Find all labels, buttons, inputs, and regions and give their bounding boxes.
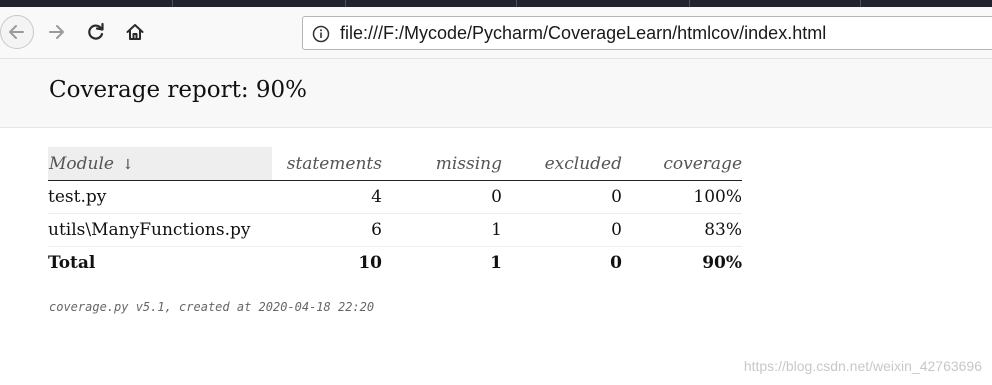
home-icon: [126, 24, 144, 40]
column-header-statements[interactable]: statements: [272, 147, 382, 181]
tab-divider: [689, 0, 690, 7]
coverage-cell: 83%: [622, 213, 742, 247]
column-header-coverage[interactable]: coverage: [622, 147, 742, 181]
home-button[interactable]: [119, 16, 151, 48]
table-header-row: Module ↓ statements missing excluded cove…: [48, 147, 742, 181]
reload-icon: [88, 22, 104, 40]
total-excluded: 0: [610, 253, 622, 273]
missing-cell: 1: [382, 213, 502, 247]
total-row: Total 10 1 0 90%: [48, 247, 742, 280]
statements-cell: 4: [272, 180, 382, 214]
module-link[interactable]: utils\ManyFunctions.py: [48, 213, 272, 247]
table-row: test.py 4 0 0 100%: [48, 180, 742, 214]
total-statements: 10: [358, 253, 382, 273]
total-missing: 1: [490, 253, 502, 273]
browser-tab-strip: [0, 0, 992, 7]
table-row: utils\ManyFunctions.py 6 1 0 83%: [48, 213, 742, 247]
watermark-text: https://blog.csdn.net/weixin_42763696: [743, 358, 982, 374]
reload-button[interactable]: [80, 16, 112, 48]
back-button[interactable]: [0, 15, 34, 49]
page-title: Coverage report: 90%: [49, 77, 307, 103]
info-icon[interactable]: [312, 25, 330, 47]
excluded-cell: 0: [502, 180, 622, 214]
page-header: Coverage report: 90%: [0, 59, 992, 128]
column-header-excluded[interactable]: excluded: [502, 147, 622, 181]
coverage-cell: 100%: [622, 180, 742, 214]
total-coverage: 90%: [702, 253, 742, 273]
tab-divider: [860, 0, 861, 7]
forward-button[interactable]: [40, 16, 72, 48]
address-bar[interactable]: file:///F:/Mycode/Pycharm/CoverageLearn/…: [302, 16, 992, 50]
tab-divider: [172, 0, 173, 7]
back-arrow-icon: [9, 25, 24, 39]
coverage-table: Module ↓ statements missing excluded cove…: [48, 147, 742, 279]
column-header-module[interactable]: Module ↓: [48, 147, 272, 181]
module-link[interactable]: test.py: [48, 180, 272, 214]
forward-arrow-icon: [49, 25, 64, 39]
excluded-cell: 0: [502, 213, 622, 247]
sort-descending-icon: ↓: [121, 156, 134, 173]
total-label: Total: [48, 253, 96, 273]
statements-cell: 6: [272, 213, 382, 247]
browser-toolbar: file:///F:/Mycode/Pycharm/CoverageLearn/…: [0, 7, 992, 59]
tab-divider: [345, 0, 346, 7]
column-header-missing[interactable]: missing: [382, 147, 502, 181]
url-text[interactable]: file:///F:/Mycode/Pycharm/CoverageLearn/…: [340, 23, 826, 44]
report-footer: coverage.py v5.1, created at 2020-04-18 …: [49, 300, 375, 314]
tab-divider: [516, 0, 517, 7]
missing-cell: 0: [382, 180, 502, 214]
column-header-module-label: Module: [49, 153, 114, 174]
